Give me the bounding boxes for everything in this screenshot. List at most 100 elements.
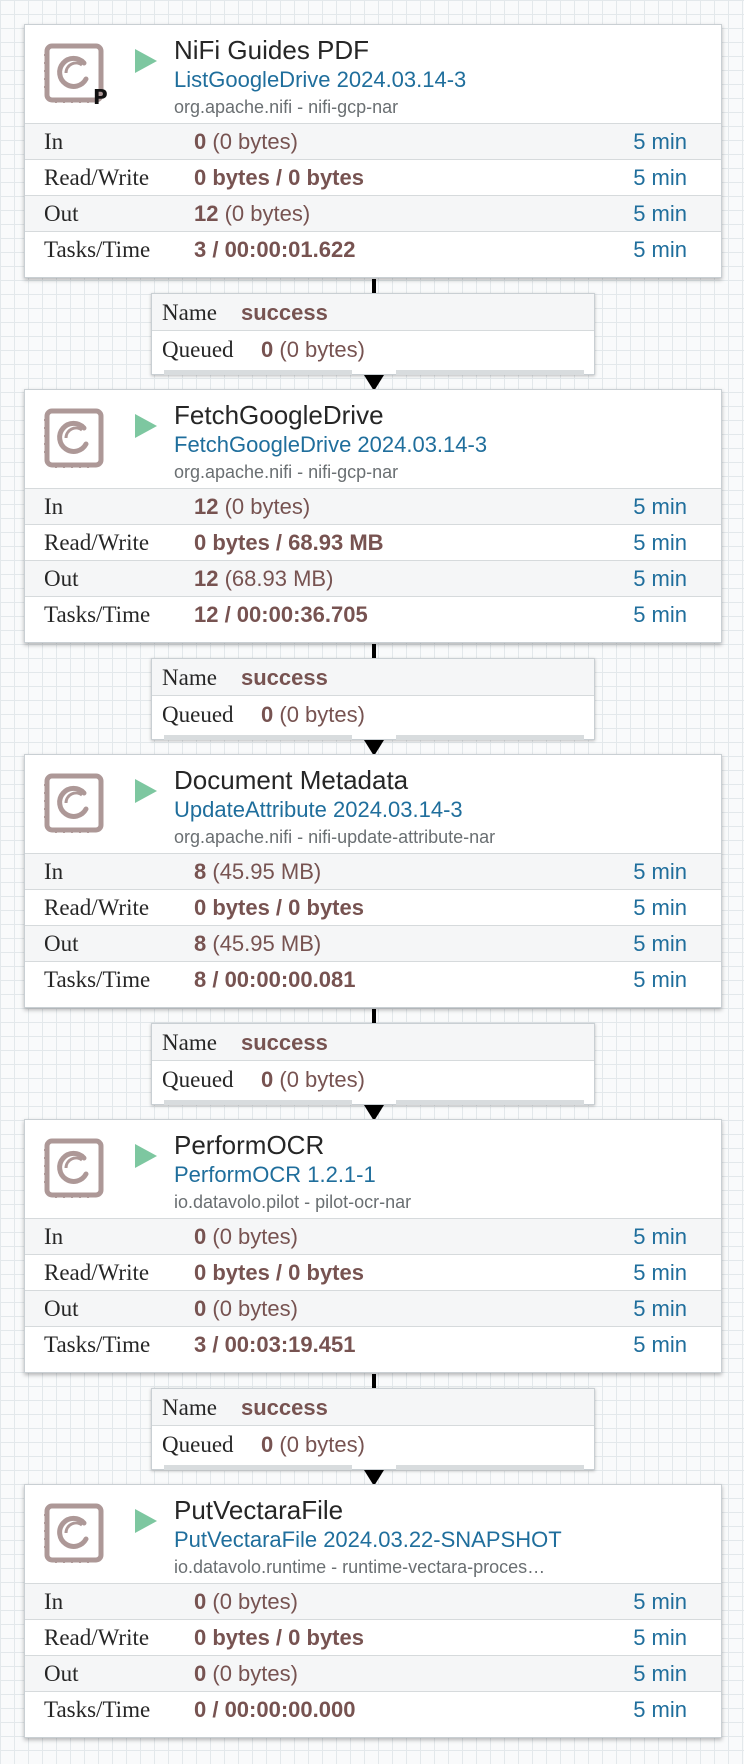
- connection-name-label: Name: [162, 300, 217, 325]
- connection-success-2[interactable]: Name success Queued 0 (0 bytes): [151, 658, 595, 740]
- processor-name: FetchGoogleDrive: [174, 400, 384, 430]
- processor-performocr[interactable]: PerformOCR PerformOCR 1.2.1-1 io.datavol…: [24, 1119, 722, 1373]
- connection-success-1[interactable]: Name success Queued 0 (0 bytes): [151, 293, 595, 375]
- stat-label: Out: [44, 1296, 79, 1321]
- stat-label: Tasks/Time: [44, 237, 151, 262]
- stat-row-tasks-time: Tasks/Time 12 / 00:00:36.705 5 min: [25, 596, 721, 632]
- processor-nifi-guides-pdf[interactable]: P NiFi Guides PDF ListGoogleDrive 2024.0…: [24, 24, 722, 278]
- queue-size-bar: [396, 1100, 584, 1105]
- stat-row-read-write: Read/Write 0 bytes / 0 bytes 5 min: [25, 1619, 721, 1655]
- processor-type: UpdateAttribute 2024.03.14-3: [174, 797, 463, 822]
- processor-name: PutVectaraFile: [174, 1495, 344, 1525]
- stat-value: 0 (0 bytes): [194, 1661, 298, 1686]
- stat-period: 5 min: [633, 494, 687, 519]
- stat-label: Tasks/Time: [44, 967, 151, 992]
- connection-queued-value: 0 (0 bytes): [261, 1067, 365, 1092]
- stat-value: 8 (45.95 MB): [194, 931, 322, 956]
- stat-label: In: [44, 129, 64, 154]
- play-icon: [133, 47, 159, 75]
- stat-period: 5 min: [633, 1589, 687, 1614]
- connection-name: success: [241, 300, 328, 325]
- stat-row-in: In 0 (0 bytes) 5 min: [25, 123, 721, 159]
- stat-row-read-write: Read/Write 0 bytes / 0 bytes 5 min: [25, 889, 721, 925]
- connection-name: success: [241, 1030, 328, 1055]
- stat-row-in: In 12 (0 bytes) 5 min: [25, 488, 721, 524]
- processor-icon: [44, 408, 104, 468]
- stat-label: In: [44, 859, 64, 884]
- processor-icon: [44, 1503, 104, 1563]
- stat-period: 5 min: [633, 931, 687, 956]
- connection-name-label: Name: [162, 1030, 217, 1055]
- queue-count-bar: [164, 1465, 352, 1470]
- stat-period: 5 min: [633, 967, 687, 992]
- connection-queued-value: 0 (0 bytes): [261, 702, 365, 727]
- connection-success-3[interactable]: Name success Queued 0 (0 bytes): [151, 1023, 595, 1105]
- stat-period: 5 min: [633, 129, 687, 154]
- stat-row-out: Out 0 (0 bytes) 5 min: [25, 1290, 721, 1326]
- stat-label: In: [44, 494, 64, 519]
- stat-period: 5 min: [633, 602, 687, 627]
- processor-bundle: io.datavolo.pilot - pilot-ocr-nar: [174, 1192, 412, 1212]
- connection-line[interactable]: [372, 279, 376, 293]
- processor-name: PerformOCR: [174, 1130, 325, 1160]
- stat-value: 0 (0 bytes): [194, 1296, 298, 1321]
- processor-putvectarafile[interactable]: PutVectaraFile PutVectaraFile 2024.03.22…: [24, 1484, 722, 1738]
- stat-label: Read/Write: [44, 530, 150, 555]
- stat-label: Out: [44, 931, 79, 956]
- connection-name-label: Name: [162, 665, 217, 690]
- stat-row-in: In 0 (0 bytes) 5 min: [25, 1218, 721, 1254]
- flow-canvas[interactable]: P NiFi Guides PDF ListGoogleDrive 2024.0…: [0, 0, 744, 1764]
- stat-row-tasks-time: Tasks/Time 3 / 00:00:01.622 5 min: [25, 231, 721, 267]
- stat-value: 0 bytes / 0 bytes: [194, 165, 364, 190]
- stat-value: 12 (68.93 MB): [194, 566, 334, 591]
- stat-period: 5 min: [633, 1697, 687, 1722]
- stat-value: 0 bytes / 0 bytes: [194, 895, 364, 920]
- processor-type: ListGoogleDrive 2024.03.14-3: [174, 67, 467, 92]
- connection-line[interactable]: [372, 644, 376, 658]
- stat-row-read-write: Read/Write 0 bytes / 68.93 MB 5 min: [25, 524, 721, 560]
- queue-count-bar: [164, 370, 352, 375]
- connection-queued-label: Queued: [162, 1067, 234, 1092]
- stat-period: 5 min: [633, 1224, 687, 1249]
- processor-bundle: org.apache.nifi - nifi-gcp-nar: [174, 97, 399, 117]
- stat-period: 5 min: [633, 1296, 687, 1321]
- stat-label: Out: [44, 566, 79, 591]
- stat-value: 0 (0 bytes): [194, 1589, 298, 1614]
- primary-node-badge: P: [93, 85, 108, 109]
- stat-row-tasks-time: Tasks/Time 0 / 00:00:00.000 5 min: [25, 1691, 721, 1727]
- queue-size-bar: [396, 735, 584, 740]
- connection-name-label: Name: [162, 1395, 217, 1420]
- connection-name: success: [241, 665, 328, 690]
- stat-row-out: Out 12 (0 bytes) 5 min: [25, 195, 721, 231]
- stat-period: 5 min: [633, 201, 687, 226]
- stat-value: 3 / 00:00:01.622: [194, 237, 356, 262]
- connection-queued-label: Queued: [162, 702, 234, 727]
- stat-row-read-write: Read/Write 0 bytes / 0 bytes 5 min: [25, 1254, 721, 1290]
- connection-success-4[interactable]: Name success Queued 0 (0 bytes): [151, 1388, 595, 1470]
- stat-row-in: In 8 (45.95 MB) 5 min: [25, 853, 721, 889]
- stat-period: 5 min: [633, 237, 687, 262]
- stat-row-out: Out 8 (45.95 MB) 5 min: [25, 925, 721, 961]
- stat-period: 5 min: [633, 165, 687, 190]
- stat-period: 5 min: [633, 1260, 687, 1285]
- connection-line[interactable]: [372, 1374, 376, 1388]
- play-icon: [133, 1142, 159, 1170]
- stat-value: 12 / 00:00:36.705: [194, 602, 368, 627]
- stat-value: 0 bytes / 68.93 MB: [194, 530, 384, 555]
- stat-period: 5 min: [633, 530, 687, 555]
- stat-label: Tasks/Time: [44, 1697, 151, 1722]
- processor-type: PerformOCR 1.2.1-1: [174, 1162, 376, 1187]
- queue-size-bar: [396, 1465, 584, 1470]
- stat-period: 5 min: [633, 1332, 687, 1357]
- stat-label: Read/Write: [44, 895, 150, 920]
- connection-line[interactable]: [372, 1009, 376, 1023]
- stat-value: 0 (0 bytes): [194, 1224, 298, 1249]
- stat-period: 5 min: [633, 895, 687, 920]
- processor-document-metadata[interactable]: Document Metadata UpdateAttribute 2024.0…: [24, 754, 722, 1008]
- play-icon: [133, 1507, 159, 1535]
- stat-row-tasks-time: Tasks/Time 8 / 00:00:00.081 5 min: [25, 961, 721, 997]
- connection-queued-label: Queued: [162, 1432, 234, 1457]
- processor-fetchgoogledrive[interactable]: FetchGoogleDrive FetchGoogleDrive 2024.0…: [24, 389, 722, 643]
- queue-count-bar: [164, 1100, 352, 1105]
- stat-value: 3 / 00:03:19.451: [194, 1332, 356, 1357]
